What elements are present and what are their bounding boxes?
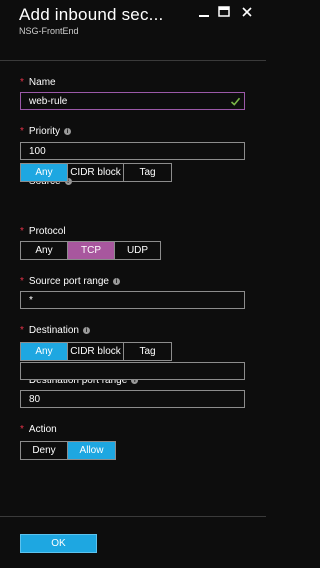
destination-option-any[interactable]: Any (21, 343, 68, 360)
footer-divider (0, 516, 266, 517)
info-icon[interactable]: i (82, 327, 90, 334)
name-label-text: Name (28, 77, 56, 88)
header-divider (0, 60, 266, 61)
blade-subtitle: NSG-FrontEnd (19, 26, 79, 36)
source-port-range-label-text: Source port range (28, 276, 109, 287)
name-label: * Name (20, 77, 56, 88)
blade-header: Add inbound sec... NSG-FrontEnd (0, 0, 266, 42)
required-marker: * (20, 226, 24, 237)
action-toggle-group: Deny Allow (20, 441, 116, 460)
blade-title: Add inbound sec... (19, 5, 164, 24)
source-option-tag[interactable]: Tag (124, 164, 171, 181)
source-port-range-field[interactable]: * (20, 291, 245, 309)
source-port-range-label: * Source port range i (20, 276, 120, 287)
destination-option-tag[interactable]: Tag (124, 343, 171, 360)
minimize-icon (199, 15, 209, 17)
source-port-range-field-value: * (29, 294, 33, 306)
destination-label: * Destination i (20, 325, 90, 336)
maximize-icon (218, 6, 230, 17)
required-marker: * (20, 77, 24, 88)
info-icon[interactable]: i (64, 128, 72, 135)
priority-label: * Priority i (20, 126, 72, 137)
destination-toggle-group: Any CIDR block Tag (20, 342, 172, 361)
source-option-any[interactable]: Any (21, 164, 68, 181)
action-label: * Action (20, 424, 57, 435)
destination-option-cidr-block[interactable]: CIDR block (68, 343, 124, 360)
source-toggle-group: Any CIDR block Tag (20, 163, 172, 182)
action-option-deny[interactable]: Deny (21, 442, 68, 459)
info-icon[interactable]: i (112, 278, 120, 285)
action-option-allow[interactable]: Allow (68, 442, 115, 459)
required-marker: * (20, 276, 24, 287)
destination-port-range-field-value: 80 (29, 393, 41, 405)
name-field-value: web-rule (29, 95, 68, 107)
maximize-button[interactable] (216, 5, 232, 19)
priority-label-text: Priority (28, 126, 61, 137)
protocol-label-text: Protocol (28, 226, 66, 237)
priority-field[interactable]: 100 (20, 142, 245, 160)
close-button[interactable] (239, 5, 255, 19)
protocol-toggle-group: Any TCP UDP (20, 241, 161, 260)
protocol-label: * Protocol (20, 226, 66, 237)
required-marker: * (20, 325, 24, 336)
required-marker: * (20, 126, 24, 137)
protocol-option-tcp[interactable]: TCP (68, 242, 115, 259)
destination-label-text: Destination (28, 325, 79, 336)
protocol-option-udp[interactable]: UDP (115, 242, 160, 259)
action-label-text: Action (28, 424, 57, 435)
source-option-cidr-block[interactable]: CIDR block (68, 164, 124, 181)
priority-field-value: 100 (29, 145, 46, 157)
name-field[interactable]: web-rule (20, 92, 245, 110)
minimize-button[interactable] (196, 5, 212, 19)
close-icon (242, 7, 252, 17)
ok-button[interactable]: OK (20, 534, 97, 553)
checkmark-icon (230, 97, 241, 106)
required-marker: * (20, 424, 24, 435)
protocol-option-any[interactable]: Any (21, 242, 68, 259)
destination-port-range-field[interactable]: 80 (20, 390, 245, 408)
